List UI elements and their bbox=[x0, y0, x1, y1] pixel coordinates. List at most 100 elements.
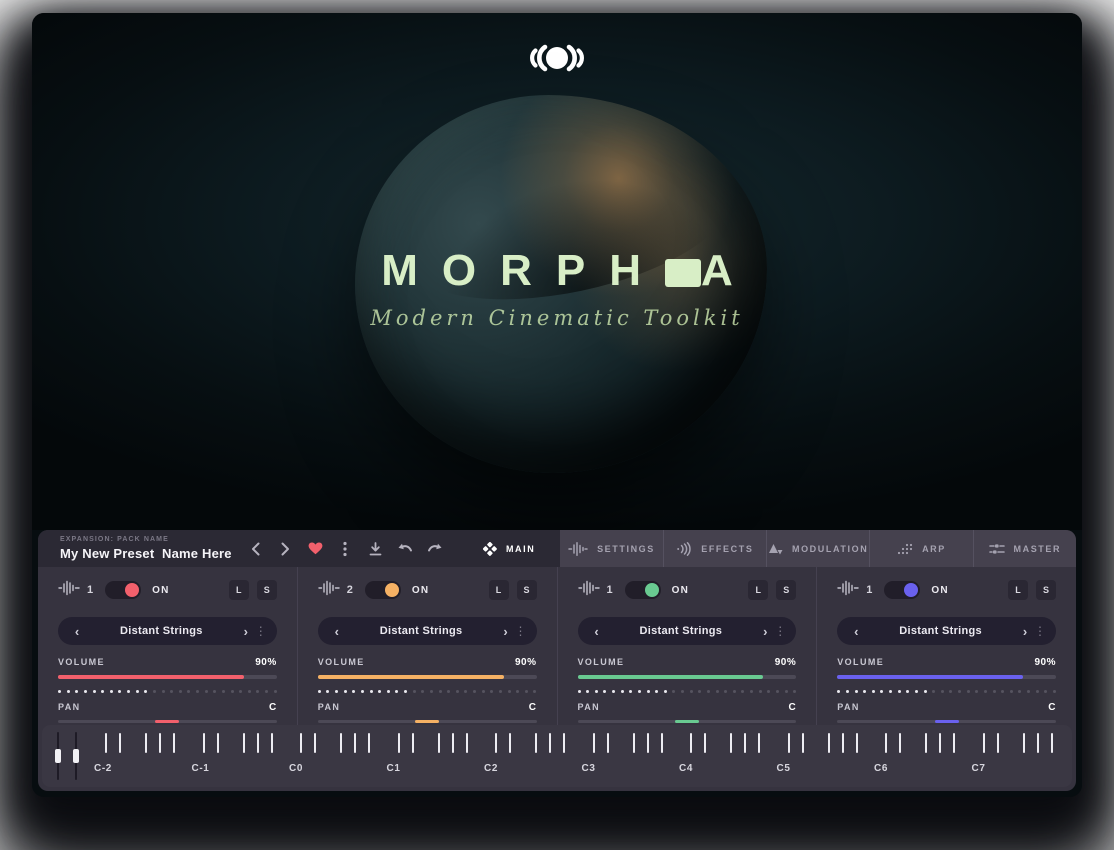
preset-prev-icon[interactable]: ‹ bbox=[328, 625, 346, 638]
meter-dot bbox=[162, 690, 165, 693]
preset-name[interactable]: My New Preset Name Here bbox=[60, 546, 236, 561]
preset-prev-icon[interactable]: ‹ bbox=[847, 625, 865, 638]
pan-slider[interactable] bbox=[58, 720, 277, 723]
channel-on-toggle[interactable] bbox=[365, 581, 401, 599]
undo-icon[interactable] bbox=[396, 540, 414, 558]
meter-dot bbox=[941, 690, 944, 693]
volume-slider[interactable] bbox=[318, 675, 537, 679]
meter-dot bbox=[924, 690, 927, 693]
tab-modulation[interactable]: MODULATION bbox=[766, 530, 869, 567]
prev-preset-icon[interactable] bbox=[246, 540, 264, 558]
channel-strip: 2 ON L S ‹ Distant Strings › ⋮ VOLUME 90… bbox=[297, 567, 557, 725]
range-handle-high[interactable] bbox=[75, 732, 77, 780]
key-tick bbox=[466, 733, 468, 753]
preset-prev-icon[interactable]: ‹ bbox=[68, 625, 86, 638]
key-tick bbox=[398, 733, 400, 753]
pan-slider[interactable] bbox=[318, 720, 537, 723]
volume-slider[interactable] bbox=[58, 675, 277, 679]
preset-menu-icon[interactable]: ⋮ bbox=[774, 624, 786, 638]
solo-button[interactable]: S bbox=[1036, 580, 1056, 600]
tab-main[interactable]: MAIN bbox=[458, 530, 560, 567]
preset-menu-icon[interactable]: ⋮ bbox=[255, 624, 267, 638]
pan-label: PAN bbox=[58, 702, 81, 712]
redo-icon[interactable] bbox=[426, 540, 444, 558]
keyboard-range-strip[interactable]: C-2C-1C0C1C2C3C4C5C6C7 bbox=[42, 725, 1072, 787]
range-handle-grip[interactable] bbox=[73, 749, 79, 763]
toggle-knob[interactable] bbox=[645, 583, 659, 597]
pan-row: PAN C bbox=[578, 702, 797, 713]
tab-settings[interactable]: SETTINGS bbox=[560, 530, 662, 567]
preset-selector[interactable]: ‹ Distant Strings › ⋮ bbox=[58, 617, 277, 645]
lock-button[interactable]: L bbox=[1008, 580, 1028, 600]
meter-dot bbox=[984, 690, 987, 693]
key-tick bbox=[340, 733, 342, 753]
volume-label: VOLUME bbox=[837, 657, 884, 667]
preset-selector[interactable]: ‹ Distant Strings › ⋮ bbox=[318, 617, 537, 645]
tab-arp[interactable]: ARP bbox=[869, 530, 972, 567]
key-tick bbox=[704, 733, 706, 753]
pan-slider[interactable] bbox=[578, 720, 797, 723]
favorite-heart-icon[interactable] bbox=[306, 540, 324, 558]
meter-dot bbox=[256, 690, 259, 693]
lock-button[interactable]: L bbox=[489, 580, 509, 600]
volume-value: 90% bbox=[1034, 657, 1056, 668]
channel-meter bbox=[318, 690, 537, 693]
channel-on-toggle[interactable] bbox=[625, 581, 661, 599]
lock-button[interactable]: L bbox=[229, 580, 249, 600]
toggle-knob[interactable] bbox=[125, 583, 139, 597]
channel-number: 1 bbox=[607, 584, 613, 596]
next-preset-icon[interactable] bbox=[276, 540, 294, 558]
range-handle-low[interactable] bbox=[57, 732, 59, 780]
preset-selector-name[interactable]: Distant Strings bbox=[346, 625, 497, 637]
preset-selector-name[interactable]: Distant Strings bbox=[865, 625, 1016, 637]
meter-dot bbox=[231, 690, 234, 693]
preset-selector[interactable]: ‹ Distant Strings › ⋮ bbox=[578, 617, 797, 645]
meter-dot bbox=[647, 690, 650, 693]
toggle-knob[interactable] bbox=[385, 583, 399, 597]
preset-next-icon[interactable]: › bbox=[756, 625, 774, 638]
preset-selector-name[interactable]: Distant Strings bbox=[606, 625, 757, 637]
meter-dot bbox=[84, 690, 87, 693]
meter-dot bbox=[603, 690, 606, 693]
preset-menu-icon[interactable]: ⋮ bbox=[515, 624, 527, 638]
solo-button[interactable]: S bbox=[257, 580, 277, 600]
preset-selector-name[interactable]: Distant Strings bbox=[86, 625, 237, 637]
meter-dot bbox=[586, 690, 589, 693]
solo-button[interactable]: S bbox=[776, 580, 796, 600]
meter-dot bbox=[222, 690, 225, 693]
volume-slider[interactable] bbox=[578, 675, 797, 679]
toggle-knob[interactable] bbox=[904, 583, 918, 597]
pan-value: C bbox=[1048, 702, 1056, 713]
preset-next-icon[interactable]: › bbox=[497, 625, 515, 638]
tab-master[interactable]: MASTER bbox=[973, 530, 1076, 567]
meter-dot bbox=[846, 690, 849, 693]
volume-slider[interactable] bbox=[837, 675, 1056, 679]
volume-fill bbox=[837, 675, 1023, 679]
meter-dot bbox=[932, 690, 935, 693]
tab-effects[interactable]: EFFECTS bbox=[663, 530, 766, 567]
preset-menu-icon[interactable]: ⋮ bbox=[1034, 624, 1046, 638]
preset-selector[interactable]: ‹ Distant Strings › ⋮ bbox=[837, 617, 1056, 645]
channel-on-toggle[interactable] bbox=[884, 581, 920, 599]
octave-label: C7 bbox=[972, 763, 986, 774]
more-options-icon[interactable] bbox=[336, 540, 354, 558]
meter-dot bbox=[352, 690, 355, 693]
preset-next-icon[interactable]: › bbox=[1016, 625, 1034, 638]
key-tick bbox=[856, 733, 858, 753]
lock-button[interactable]: L bbox=[748, 580, 768, 600]
preset-prev-icon[interactable]: ‹ bbox=[588, 625, 606, 638]
range-handle-grip[interactable] bbox=[55, 749, 61, 763]
meter-dot bbox=[533, 690, 536, 693]
morphea-logo-icon bbox=[525, 39, 589, 82]
pan-slider[interactable] bbox=[837, 720, 1056, 723]
key-tick bbox=[549, 733, 551, 753]
channel-waveform-icon bbox=[58, 580, 80, 601]
download-save-icon[interactable] bbox=[366, 540, 384, 558]
channel-on-toggle[interactable] bbox=[105, 581, 141, 599]
preset-next-icon[interactable]: › bbox=[237, 625, 255, 638]
meter-dot bbox=[681, 690, 684, 693]
solo-button[interactable]: S bbox=[517, 580, 537, 600]
meter-dot bbox=[58, 690, 61, 693]
meter-dot bbox=[101, 690, 104, 693]
key-tick bbox=[925, 733, 927, 753]
